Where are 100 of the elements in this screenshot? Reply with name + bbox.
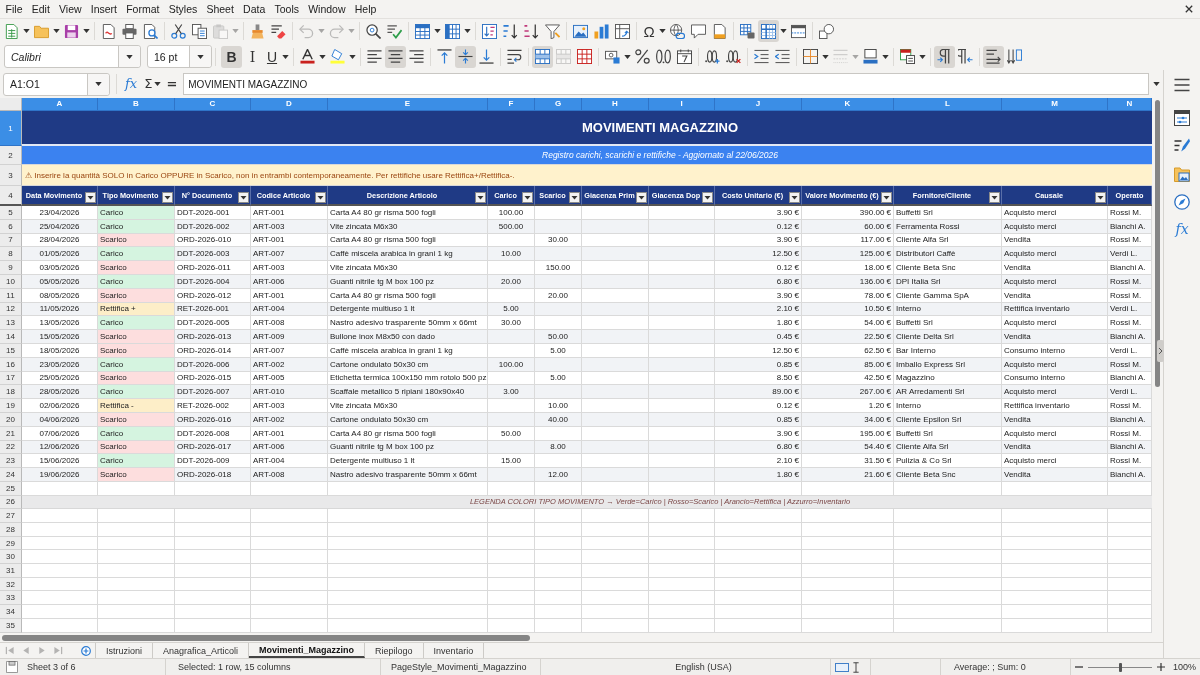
- align-center-button[interactable]: [385, 45, 406, 68]
- paintbrush-icon[interactable]: [250, 23, 265, 39]
- sort-descending-icon[interactable]: [524, 23, 539, 39]
- sum-button[interactable]: Σ: [143, 76, 154, 92]
- dropdown-caret-icon[interactable]: [126, 54, 133, 59]
- font-color-icon[interactable]: [300, 49, 315, 64]
- dropdown-caret-icon[interactable]: [349, 54, 356, 59]
- split-cells-icon[interactable]: [577, 49, 592, 64]
- dropdown-caret-icon[interactable]: [780, 29, 787, 33]
- row-header[interactable]: 23: [0, 454, 22, 469]
- function-wizard-button[interactable]: fx: [123, 76, 140, 92]
- dropdown-caret-icon[interactable]: [882, 54, 889, 59]
- copy-icon[interactable]: [192, 23, 207, 39]
- row-header[interactable]: 19: [0, 399, 22, 413]
- expand-caret-icon[interactable]: [1153, 82, 1160, 86]
- dropdown-caret-icon[interactable]: [154, 82, 162, 86]
- borders-icon[interactable]: [803, 49, 818, 64]
- speech-bubble-icon[interactable]: [691, 23, 706, 39]
- dropdown-caret-icon[interactable]: [83, 29, 90, 33]
- menu-item[interactable]: Data: [238, 3, 270, 15]
- pivot-table-icon[interactable]: [615, 23, 630, 39]
- sort-ascending-icon[interactable]: [503, 23, 518, 39]
- menu-item[interactable]: Format: [121, 3, 165, 15]
- bar-chart-icon[interactable]: [594, 23, 609, 39]
- pilcrow-arrow-button[interactable]: [934, 45, 955, 68]
- table-printer-icon[interactable]: [740, 23, 755, 39]
- number-format-icon[interactable]: [656, 49, 671, 64]
- name-box[interactable]: A1:O1: [3, 72, 110, 96]
- dropdown-caret-icon[interactable]: [95, 82, 102, 86]
- funnel-icon[interactable]: [545, 23, 560, 39]
- row-header[interactable]: 31: [0, 564, 22, 578]
- sort-icon[interactable]: [482, 23, 497, 39]
- table-grid-icon[interactable]: [445, 23, 460, 39]
- printer-icon[interactable]: [122, 23, 137, 39]
- plus-icon[interactable]: [1157, 663, 1165, 671]
- menu-item[interactable]: Tools: [269, 3, 304, 15]
- print-preview-icon[interactable]: [143, 23, 158, 39]
- dropdown-caret-icon[interactable]: [919, 54, 926, 59]
- italic-button[interactable]: I: [242, 45, 263, 68]
- scrollbar-thumb[interactable]: [1155, 100, 1160, 387]
- delete-decimal-icon[interactable]: [726, 49, 741, 64]
- zoom-slider-thumb[interactable]: [1118, 662, 1122, 672]
- scissors-icon[interactable]: [171, 23, 186, 39]
- dropdown-caret-icon[interactable]: [319, 54, 326, 59]
- special-character-button[interactable]: Ω: [640, 20, 658, 42]
- dropdown-caret-icon[interactable]: [197, 54, 204, 59]
- row-header[interactable]: 13: [0, 316, 22, 331]
- eraser-icon[interactable]: [271, 23, 286, 39]
- banknote-icon[interactable]: [605, 49, 620, 64]
- search-icon[interactable]: [366, 23, 381, 39]
- compass-icon[interactable]: [1174, 194, 1190, 210]
- spellcheck-icon[interactable]: [387, 23, 402, 39]
- menu-item[interactable]: Window: [303, 3, 351, 15]
- outdent-icon[interactable]: [775, 49, 790, 64]
- row-header[interactable]: 8: [0, 247, 22, 262]
- row-header[interactable]: 28: [0, 523, 22, 537]
- zoom-level[interactable]: 100%: [1173, 662, 1197, 672]
- dropdown-caret-icon[interactable]: [282, 54, 289, 59]
- menu-item[interactable]: View: [54, 3, 87, 15]
- row-header[interactable]: 34: [0, 605, 22, 619]
- text-cursor-icon[interactable]: [853, 661, 859, 673]
- dropdown-caret-icon[interactable]: [624, 54, 631, 59]
- calendar-icon[interactable]: [677, 49, 692, 64]
- document-icon[interactable]: [712, 23, 727, 39]
- conditional-format-icon[interactable]: [900, 49, 915, 64]
- text-direction-button[interactable]: [983, 45, 1004, 68]
- shapes-icon[interactable]: [819, 23, 834, 39]
- merge-cells-icon[interactable]: [556, 49, 571, 64]
- menu-item[interactable]: Insert: [86, 3, 122, 15]
- merge-cells-button[interactable]: [532, 45, 553, 68]
- properties-icon[interactable]: [1174, 110, 1190, 126]
- close-icon[interactable]: [1185, 5, 1193, 13]
- indent-icon[interactable]: [754, 49, 769, 64]
- image-icon[interactable]: [573, 23, 588, 39]
- styles-icon[interactable]: [1174, 138, 1190, 154]
- row-header[interactable]: 2: [0, 146, 22, 165]
- menu-icon[interactable]: [1174, 77, 1190, 93]
- row-header[interactable]: 27: [0, 509, 22, 523]
- bold-button[interactable]: B: [221, 45, 242, 68]
- clipboard-icon[interactable]: [213, 23, 228, 39]
- dropdown-caret-icon[interactable]: [822, 54, 829, 59]
- gallery-icon[interactable]: [1174, 166, 1190, 182]
- freeze-panes-button[interactable]: [758, 20, 779, 42]
- dropdown-caret-icon[interactable]: [434, 29, 441, 33]
- dropdown-caret-icon[interactable]: [464, 29, 471, 33]
- row-header[interactable]: 14: [0, 330, 22, 344]
- row-header[interactable]: 18: [0, 385, 22, 400]
- dropdown-caret-icon[interactable]: [659, 29, 666, 33]
- add-decimal-icon[interactable]: [705, 49, 720, 64]
- dropdown-caret-icon[interactable]: [23, 29, 30, 33]
- document-export-icon[interactable]: [101, 23, 116, 39]
- rectangle-icon[interactable]: [835, 662, 849, 672]
- table-grid-icon[interactable]: [415, 23, 430, 39]
- menu-item[interactable]: Styles: [164, 3, 202, 15]
- menu-item[interactable]: Help: [350, 3, 381, 15]
- row-header[interactable]: 4: [0, 186, 22, 206]
- row-header[interactable]: 5: [0, 206, 22, 220]
- row-header[interactable]: 9: [0, 261, 22, 275]
- align-middle-button[interactable]: [455, 45, 476, 68]
- scrollbar-thumb[interactable]: [2, 634, 530, 641]
